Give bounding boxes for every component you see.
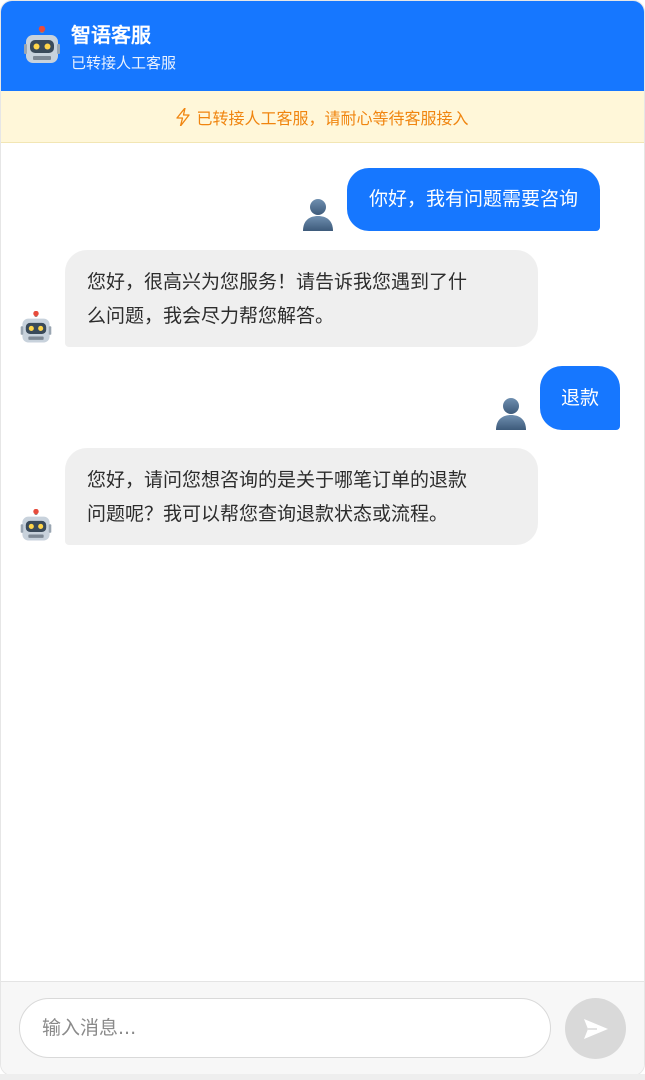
robot-icon — [20, 509, 52, 541]
app-title: 智语客服 — [71, 23, 151, 47]
message-text: 退款 — [561, 387, 600, 409]
message-line: 问题呢？我可以帮您查询退款状态或流程。 — [87, 503, 449, 525]
send-button[interactable] — [565, 998, 626, 1059]
robot-icon — [24, 26, 60, 63]
chat-window: 智语客服 已转接人工客服 已转接人工客服，请耐心等待客服接入 你好，我有问题需要… — [0, 0, 645, 1076]
bot-message-bubble: 您好，很高兴为您服务！请告诉我您遇到了什 么问题，我会尽力帮您解答。 — [65, 250, 538, 347]
message-line: 您好，很高兴为您服务！请告诉我您遇到了什 — [87, 271, 468, 293]
agent-status: 已转接人工客服 — [71, 54, 177, 72]
user-message-bubble: 退款 — [540, 366, 621, 430]
person-icon — [303, 199, 333, 231]
message-composer — [1, 981, 644, 1075]
message-line: 您好，请问您想咨询的是关于哪笔订单的退款 — [87, 469, 468, 491]
message-input[interactable] — [19, 998, 551, 1058]
chat-header: 智语客服 已转接人工客服 — [1, 1, 644, 91]
bottom-edge — [0, 1074, 645, 1080]
send-arrow-icon — [583, 1018, 608, 1039]
lightning-bolt-icon — [176, 107, 191, 126]
user-message-bubble: 你好，我有问题需要咨询 — [347, 168, 601, 231]
notice-text: 已转接人工客服，请耐心等待客服接入 — [196, 108, 469, 128]
robot-icon — [20, 311, 52, 343]
person-icon — [496, 398, 526, 430]
transfer-notice: 已转接人工客服，请耐心等待客服接入 — [1, 91, 644, 143]
bot-message-bubble: 您好，请问您想咨询的是关于哪笔订单的退款 问题呢？我可以帮您查询退款状态或流程。 — [65, 448, 538, 545]
message-line: 么问题，我会尽力帮您解答。 — [87, 305, 335, 327]
message-text: 你好，我有问题需要咨询 — [369, 188, 579, 210]
